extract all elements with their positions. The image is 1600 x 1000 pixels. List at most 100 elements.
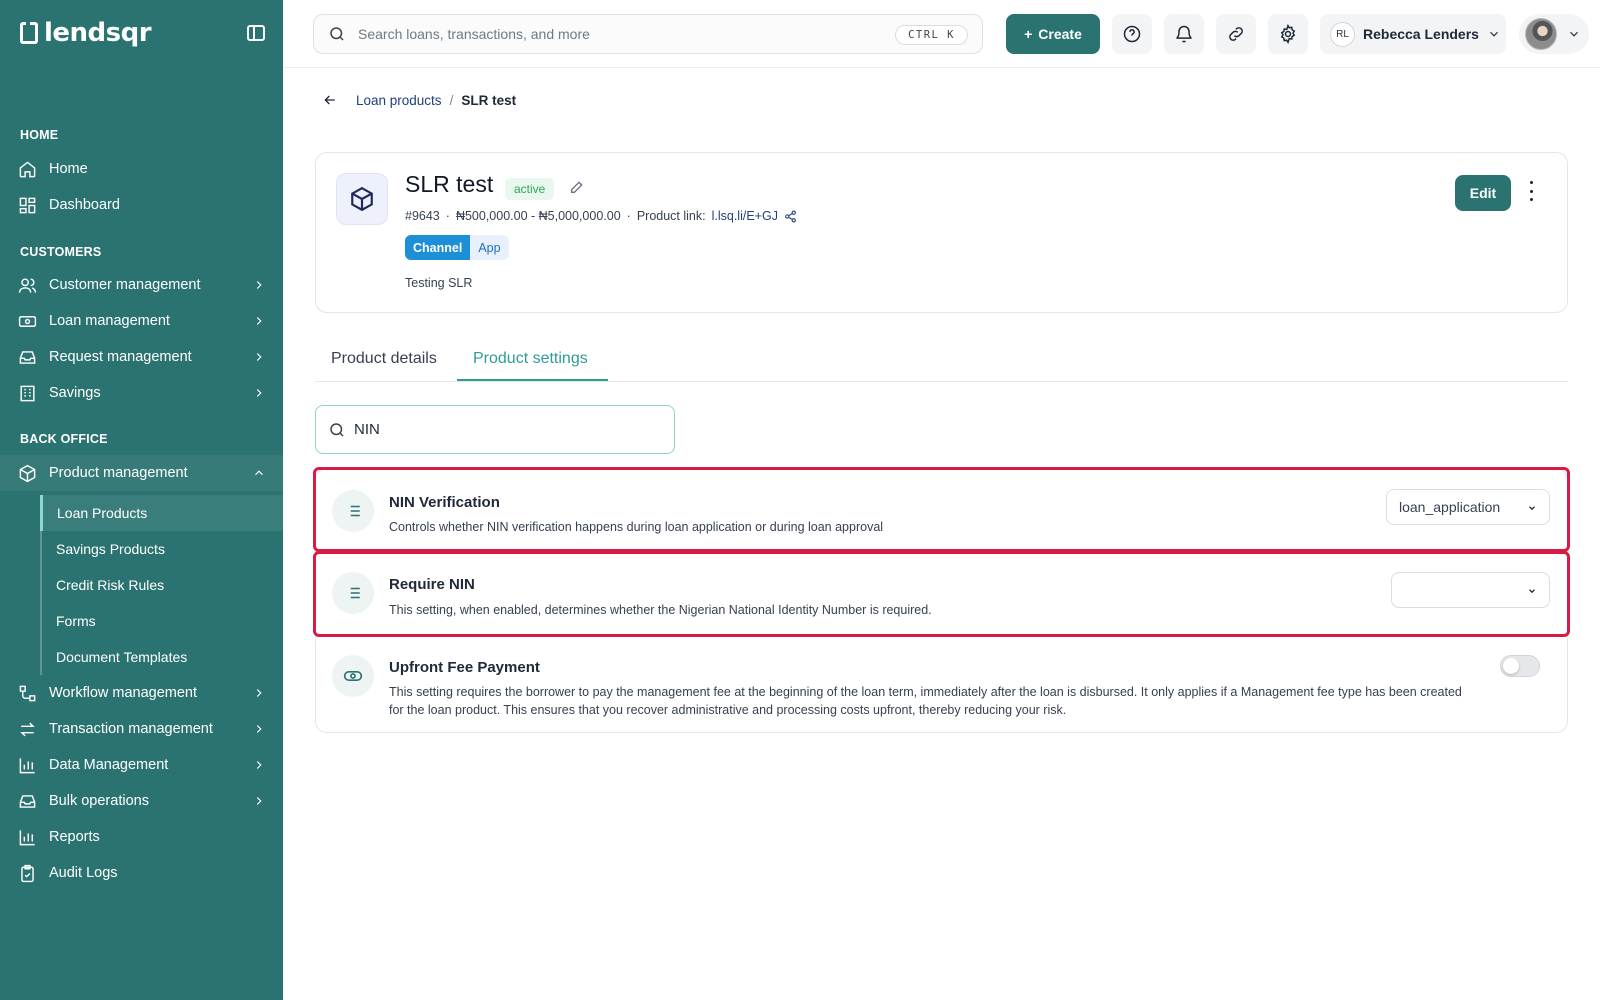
sidebar-item-workflow-management[interactable]: Workflow management — [0, 675, 283, 711]
sidebar-subitem-credit-risk-rules[interactable]: Credit Risk Rules — [40, 567, 283, 603]
section-back-office: BACK OFFICE — [20, 432, 108, 446]
search-placeholder: Search loans, transactions, and more — [358, 26, 590, 42]
organization-switcher[interactable]: RL Rebecca Lenders — [1320, 14, 1506, 54]
sidebar-item-home[interactable]: Home — [0, 151, 283, 187]
sidebar: lendsqr HOME Home Dashboard CUSTOMERS Cu… — [0, 0, 283, 1000]
topbar: Search loans, transactions, and more CTR… — [283, 0, 1600, 68]
active-tab-indicator — [457, 379, 608, 381]
setting-title: NIN Verification — [389, 494, 500, 511]
link-icon — [1229, 27, 1243, 41]
sidebar-item-dashboard[interactable]: Dashboard — [0, 187, 283, 223]
setting-require-nin: Require NIN This setting, when enabled, … — [315, 552, 1568, 634]
product-card: SLR test active #9643 · ₦500,000.00 - ₦5… — [315, 152, 1568, 313]
channel-tag: Channel App — [405, 235, 509, 260]
sidebar-item-product-management[interactable]: Product management — [0, 455, 283, 491]
sidebar-item-audit-logs[interactable]: Audit Logs — [0, 855, 283, 891]
setting-nin-verification: NIN Verification Controls whether NIN ve… — [315, 468, 1568, 550]
back-arrow-icon[interactable] — [322, 92, 338, 108]
inbox-icon — [17, 347, 37, 367]
sidebar-subitem-document-templates[interactable]: Document Templates — [40, 639, 283, 675]
chevron-right-icon — [256, 797, 262, 805]
chevron-down-icon — [1529, 506, 1535, 511]
require-nin-select[interactable] — [1391, 572, 1550, 608]
sidebar-subitem-loan-products[interactable]: Loan Products — [40, 495, 283, 531]
create-button[interactable]: + Create — [1006, 14, 1100, 54]
chevron-down-icon — [1529, 589, 1535, 594]
share-icon[interactable] — [784, 210, 797, 223]
links-button[interactable] — [1216, 14, 1256, 54]
setting-description: Controls whether NIN verification happen… — [389, 520, 884, 534]
bar-chart-icon — [17, 755, 37, 775]
sidebar-item-label: Request management — [49, 349, 192, 365]
chevron-right-icon — [256, 317, 262, 325]
transfer-icon — [17, 719, 37, 739]
sidebar-item-label: Savings — [49, 385, 101, 401]
users-icon — [17, 275, 37, 295]
sidebar-subitem-savings-products[interactable]: Savings Products — [40, 531, 283, 567]
sidebar-item-reports[interactable]: Reports — [0, 819, 283, 855]
gear-icon — [1280, 24, 1296, 44]
product-tabs: Product details Product settings — [315, 340, 1568, 382]
profile-menu[interactable] — [1519, 14, 1589, 54]
select-value: loan_application — [1399, 499, 1501, 515]
sidebar-item-label: Audit Logs — [49, 865, 118, 881]
sidebar-item-savings[interactable]: Savings — [0, 375, 283, 411]
toggle-icon — [332, 655, 374, 697]
user-name: Rebecca Lenders — [1363, 26, 1479, 42]
help-icon — [1123, 25, 1141, 43]
sidebar-subitem-forms[interactable]: Forms — [40, 603, 283, 639]
setting-description: This setting requires the borrower to pa… — [389, 685, 1462, 717]
nin-verification-select[interactable]: loan_application — [1386, 489, 1550, 525]
loan-icon — [17, 311, 37, 331]
sidebar-item-label: Home — [49, 161, 88, 177]
product-link[interactable]: l.lsq.li/E+GJ — [712, 209, 778, 223]
breadcrumb-parent[interactable]: Loan products — [356, 93, 442, 108]
bell-icon — [1176, 25, 1192, 43]
global-search[interactable]: Search loans, transactions, and more CTR… — [313, 14, 983, 54]
lendsqr-logo[interactable]: lendsqr — [20, 18, 152, 48]
breadcrumb: Loan products / SLR test — [322, 92, 516, 108]
chevron-up-icon — [255, 470, 263, 476]
sidebar-item-label: Loan management — [49, 313, 170, 329]
chevron-right-icon — [256, 761, 262, 769]
channel-key: Channel — [405, 235, 471, 260]
upfront-fee-toggle[interactable] — [1500, 655, 1540, 677]
sidebar-item-loan-management[interactable]: Loan management — [0, 303, 283, 339]
product-range: ₦500,000.00 - ₦5,000,000.00 — [455, 209, 621, 223]
status-badge: active — [505, 178, 555, 200]
sidebar-item-transaction-management[interactable]: Transaction management — [0, 711, 283, 747]
sidebar-item-label: Dashboard — [49, 197, 120, 213]
sidebar-item-customer-management[interactable]: Customer management — [0, 267, 283, 303]
meta-dot: · — [445, 209, 450, 223]
chevron-down-icon — [1570, 31, 1578, 37]
sidebar-item-label: Customer management — [49, 277, 201, 293]
search-icon — [330, 422, 344, 437]
breadcrumb-current: SLR test — [461, 92, 517, 108]
sidebar-item-data-management[interactable]: Data Management — [0, 747, 283, 783]
sidebar-item-label: Bulk operations — [49, 793, 149, 809]
sidebar-item-bulk-operations[interactable]: Bulk operations — [0, 783, 283, 819]
tab-product-settings[interactable]: Product settings — [473, 350, 588, 368]
sidebar-item-request-management[interactable]: Request management — [0, 339, 283, 375]
pencil-icon[interactable] — [569, 179, 585, 195]
chevron-right-icon — [256, 353, 262, 361]
edit-button[interactable]: Edit — [1455, 175, 1511, 211]
notifications-button[interactable] — [1164, 14, 1204, 54]
create-label: Create — [1038, 26, 1082, 42]
more-options-icon[interactable] — [1528, 181, 1534, 201]
tab-product-details[interactable]: Product details — [331, 350, 437, 368]
list-icon — [332, 572, 374, 614]
settings-button[interactable] — [1268, 14, 1308, 54]
search-shortcut: CTRL K — [895, 25, 968, 45]
product-meta: #9643 · ₦500,000.00 - ₦5,000,000.00 · Pr… — [405, 209, 797, 223]
settings-search-input[interactable]: NIN — [315, 405, 675, 454]
breadcrumb-separator: / — [449, 92, 454, 108]
package-icon — [336, 173, 388, 225]
bank-icon — [17, 383, 37, 403]
brand-name: lendsqr — [44, 18, 152, 48]
product-description: Testing SLR — [405, 276, 473, 290]
collapse-sidebar-icon[interactable] — [247, 25, 265, 41]
help-button[interactable] — [1112, 14, 1152, 54]
meta-dot: · — [626, 209, 631, 223]
channel-value: App — [470, 235, 509, 260]
